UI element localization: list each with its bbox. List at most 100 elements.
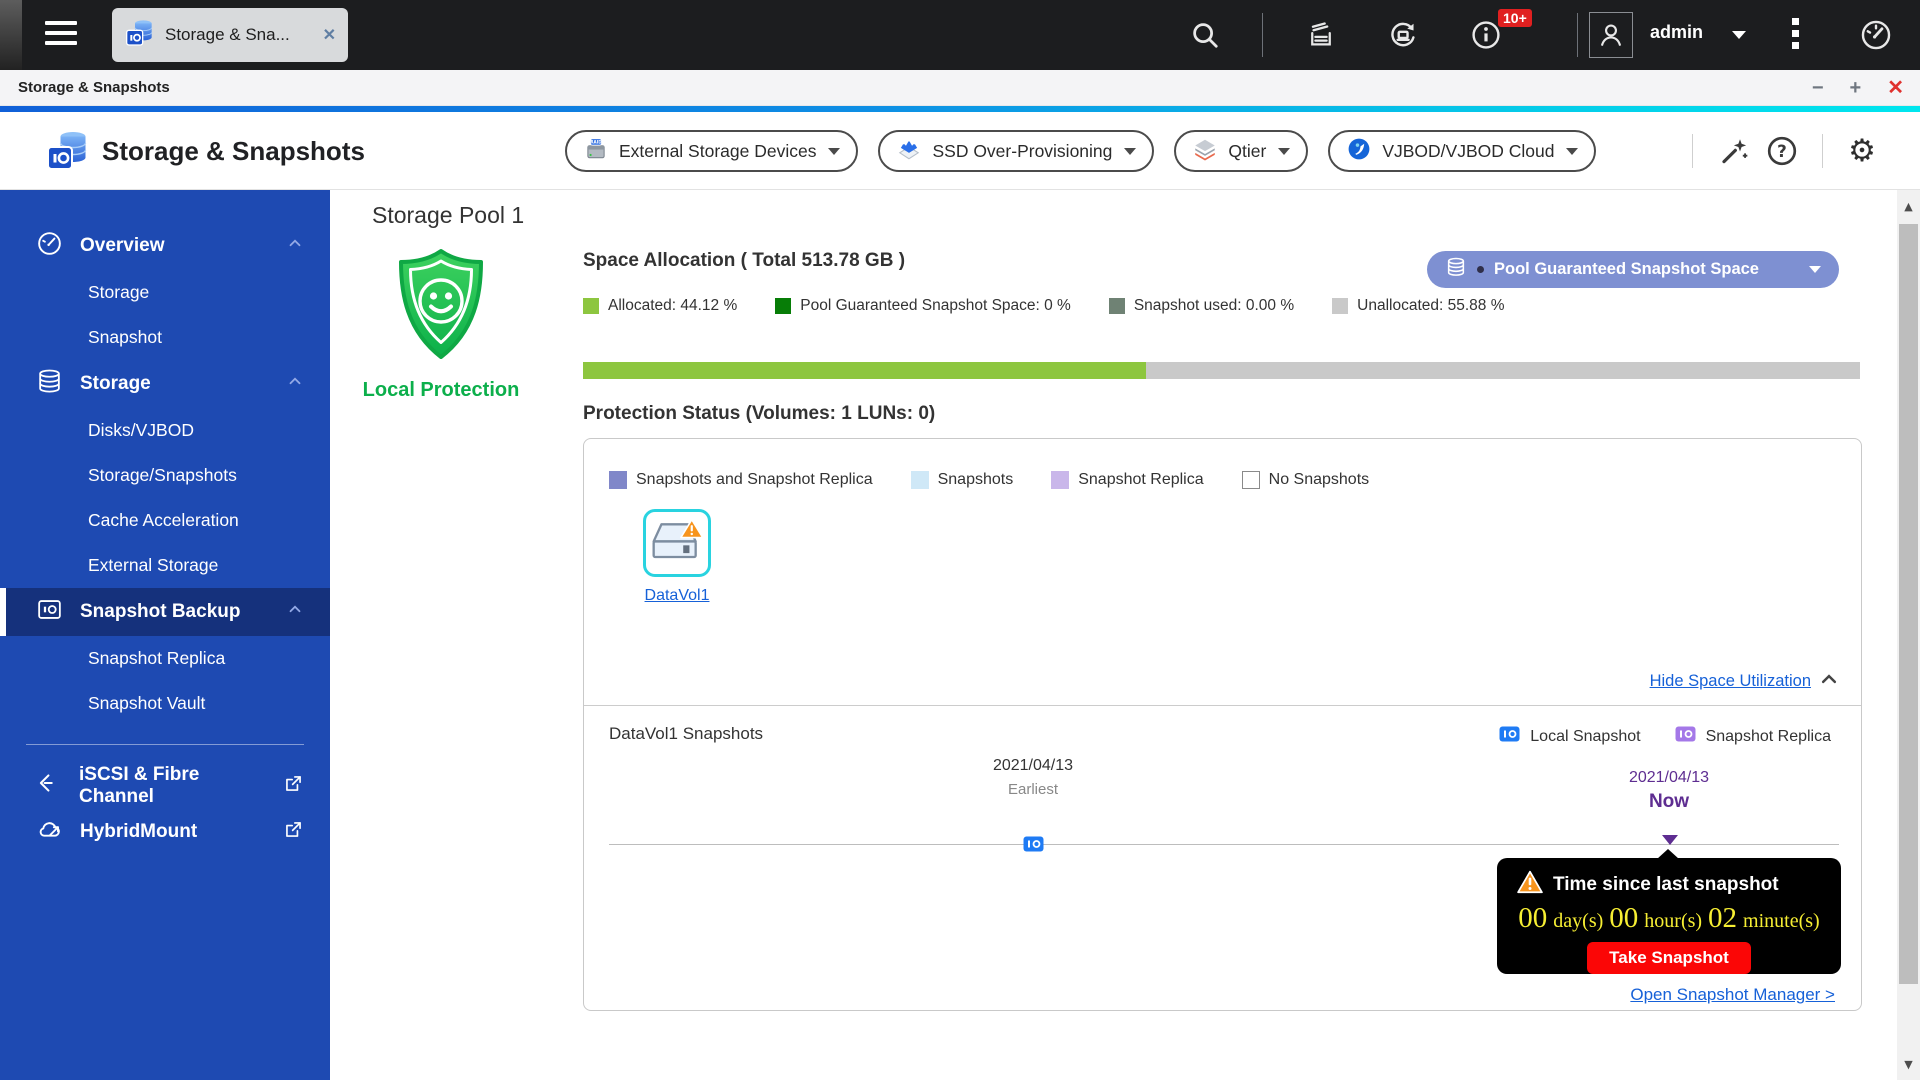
time-since-snapshot-value: 00 day(s) 00 hour(s) 02 minute(s) — [1518, 902, 1820, 934]
menu-label: VJBOD/VJBOD Cloud — [1382, 140, 1555, 161]
panel-divider — [584, 705, 1861, 706]
settings-gear-icon[interactable]: ⚙ — [1843, 132, 1881, 170]
app-tab-icon — [124, 17, 156, 54]
hide-space-utilization-link[interactable]: Hide Space Utilization — [1650, 672, 1811, 691]
legend-item: Pool Guaranteed Snapshot Space: 0 % — [775, 297, 1071, 315]
sidebar-item-snapshot-backup[interactable]: Snapshot Backup — [0, 588, 330, 636]
more-options-icon[interactable] — [1792, 18, 1800, 54]
legend-item: Snapshots — [910, 471, 1013, 489]
sidebar-item-overview-storage[interactable]: Storage — [0, 270, 330, 315]
background-tasks-icon[interactable] — [1303, 17, 1339, 53]
volume-datavol1-link[interactable]: DataVol1 — [645, 587, 710, 605]
sidebar-item-overview-snapshot[interactable]: Snapshot — [0, 315, 330, 360]
smart-tools-wand-icon[interactable] — [1715, 132, 1753, 170]
sidebar-divider — [26, 744, 304, 745]
ssd-over-provisioning-menu[interactable]: SSD Over-Provisioning — [878, 130, 1155, 172]
chevron-up-icon — [286, 600, 304, 624]
window-title-bar: Storage & Snapshots − + ✕ — [0, 70, 1920, 106]
chevron-up-icon[interactable] — [1819, 669, 1839, 694]
resource-monitor-icon[interactable] — [1858, 17, 1894, 53]
header-divider — [1692, 134, 1693, 168]
app-tab-storage-snapshots[interactable]: Storage & Sna... ✕ — [112, 8, 348, 62]
scrollbar-thumb[interactable] — [1899, 224, 1918, 984]
user-avatar-icon[interactable] — [1589, 12, 1633, 58]
topbar-divider — [1262, 13, 1263, 57]
window-maximize-icon[interactable]: + — [1850, 78, 1862, 98]
sidebar-item-snapshot-vault[interactable]: Snapshot Vault — [0, 681, 330, 726]
scroll-down-icon[interactable]: ▼ — [1897, 1048, 1920, 1080]
legend-item: Unallocated: 55.88 % — [1332, 297, 1505, 315]
app-header: Storage & Snapshots RAID External Storag… — [0, 112, 1920, 190]
take-snapshot-button[interactable]: Take Snapshot — [1587, 942, 1751, 974]
sidebar-item-label: Snapshot Backup — [80, 601, 241, 622]
tooltip-title: Time since last snapshot — [1553, 873, 1779, 895]
sidebar-item-snapshot-replica[interactable]: Snapshot Replica — [0, 636, 330, 681]
sidebar-item-storage-snapshots[interactable]: Storage/Snapshots — [0, 453, 330, 498]
notification-count-badge: 10+ — [1498, 9, 1532, 27]
space-allocation-legend: Allocated: 44.12 % Pool Guaranteed Snaps… — [583, 297, 1505, 315]
window-minimize-icon[interactable]: − — [1812, 78, 1824, 98]
sidebar-item-external-storage[interactable]: External Storage — [0, 543, 330, 588]
sync-backup-icon[interactable] — [1385, 17, 1421, 53]
space-allocation-title: Space Allocation ( Total 513.78 GB ) — [583, 250, 906, 271]
page-title: Storage & Snapshots — [102, 136, 365, 166]
sidebar: Overview Storage Snapshot Storage Disks/… — [0, 190, 330, 1080]
raid-device-icon: RAID — [583, 136, 609, 167]
search-icon[interactable] — [1187, 17, 1223, 53]
protection-status-label: Local Protection — [362, 379, 520, 401]
sidebar-item-overview[interactable]: Overview — [0, 222, 330, 270]
vjbod-cloud-menu[interactable]: VJBOD/VJBOD Cloud — [1328, 130, 1597, 172]
legend-swatch — [910, 471, 929, 489]
timeline-snapshot-marker-icon[interactable] — [1023, 836, 1044, 857]
protection-legend: Snapshots and Snapshot Replica Snapshots… — [609, 471, 1369, 489]
main-content: Storage Pool 1 Local Protection Space Al… — [330, 190, 1897, 1080]
user-menu-caret-icon[interactable] — [1732, 31, 1746, 39]
database-icon — [1445, 256, 1467, 283]
sidebar-item-label: HybridMount — [80, 821, 198, 842]
open-snapshot-manager-link[interactable]: Open Snapshot Manager > — [1630, 985, 1835, 1005]
chevron-up-icon — [286, 234, 304, 258]
legend-swatch — [1332, 298, 1349, 314]
snapshot-timeline — [609, 844, 1839, 845]
user-menu[interactable]: admin — [1650, 22, 1703, 43]
bullet-icon — [1477, 266, 1484, 273]
warning-icon — [1517, 870, 1543, 899]
vertical-scrollbar[interactable]: ▲ ▼ — [1897, 190, 1920, 1080]
window-close-icon[interactable]: ✕ — [1887, 78, 1904, 98]
sidebar-item-hybridmount[interactable]: HybridMount — [0, 809, 330, 855]
gauge-icon — [36, 230, 63, 263]
protection-shield-icon — [391, 249, 491, 366]
legend-item: Snapshot Replica — [1675, 726, 1831, 747]
chevron-down-icon — [1124, 147, 1137, 155]
legend-item: Snapshot used: 0.00 % — [1108, 297, 1294, 315]
help-icon[interactable]: ? — [1763, 132, 1801, 170]
qtier-menu[interactable]: Qtier — [1174, 130, 1309, 172]
chevron-down-icon — [828, 147, 841, 155]
timeline-now-triangle-icon — [1662, 835, 1678, 845]
svg-text:?: ? — [1777, 142, 1787, 161]
sidebar-item-cache-acceleration[interactable]: Cache Acceleration — [0, 498, 330, 543]
corner-gradient — [0, 0, 22, 70]
scroll-up-icon[interactable]: ▲ — [1897, 190, 1920, 222]
desktop-top-bar: Storage & Sna... ✕ 10+ admin — [0, 0, 1920, 70]
volume-datavol1[interactable] — [643, 509, 711, 577]
snapshots-section-title: DataVol1 Snapshots — [609, 724, 764, 743]
external-storage-devices-menu[interactable]: RAID External Storage Devices — [565, 130, 859, 172]
tab-close-icon[interactable]: ✕ — [323, 25, 336, 45]
sidebar-item-iscsi-fibre-channel[interactable]: iSCSI & Fibre Channel — [0, 763, 330, 809]
sidebar-item-storage[interactable]: Storage — [0, 360, 330, 408]
sidebar-item-disks-vjbod[interactable]: Disks/VJBOD — [0, 408, 330, 453]
storage-snapshots-app-icon — [44, 127, 92, 180]
pool-guaranteed-snapshot-space-dropdown[interactable]: Pool Guaranteed Snapshot Space — [1427, 251, 1839, 288]
pool-title: Storage Pool 1 — [372, 202, 525, 228]
snapshot-camera-icon — [36, 596, 63, 629]
app-tab-label: Storage & Sna... — [165, 25, 290, 44]
legend-swatch — [1051, 471, 1070, 489]
chevron-up-icon — [286, 372, 304, 396]
sidebar-item-label: iSCSI & Fibre Channel — [79, 764, 200, 807]
main-menu-icon[interactable] — [45, 21, 77, 49]
legend-swatch — [1108, 298, 1125, 314]
legend-swatch — [775, 298, 792, 314]
qtier-icon — [1192, 136, 1218, 167]
legend-item: Snapshot Replica — [1051, 471, 1204, 489]
